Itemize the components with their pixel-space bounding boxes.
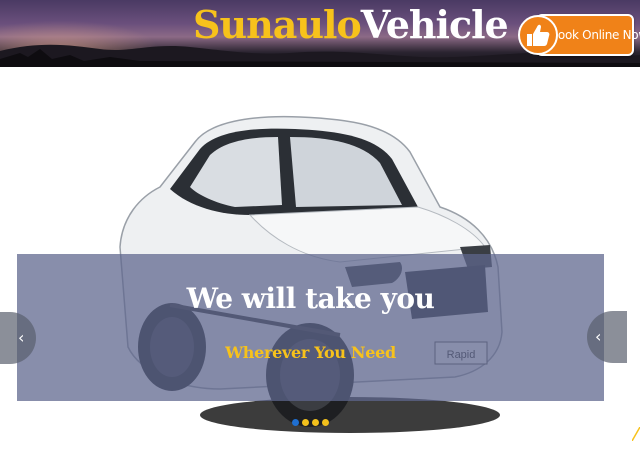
chevron-left-icon: ‹ bbox=[18, 328, 25, 347]
slide-caption: We will take you Wherever You Need bbox=[17, 254, 604, 401]
chevron-right-icon: ‹ bbox=[595, 327, 602, 346]
thumbs-up-icon bbox=[527, 24, 550, 46]
carousel-indicator[interactable] bbox=[312, 419, 319, 426]
brand-name-part1: Sunaulo bbox=[193, 2, 362, 47]
carousel-indicator[interactable] bbox=[322, 419, 329, 426]
brand-name-part2: Vehicle bbox=[360, 2, 509, 47]
carousel-indicator[interactable] bbox=[302, 419, 309, 426]
carousel-indicator[interactable] bbox=[292, 419, 299, 426]
caption-subtitle: Wherever You Need bbox=[225, 343, 396, 362]
hero-carousel: Rapid We will take you Wherever You Need… bbox=[0, 67, 640, 450]
brand-logo[interactable]: SunauloVehicle bbox=[193, 1, 509, 49]
book-online-label: Book Online Now bbox=[550, 28, 640, 42]
caption-title: We will take you bbox=[186, 282, 435, 315]
book-online-button[interactable]: Book Online Now bbox=[518, 11, 640, 59]
thumbs-up-badge bbox=[518, 15, 558, 55]
carousel-indicators bbox=[292, 419, 329, 429]
site-header: SunauloVehicle Book Online Now bbox=[0, 0, 640, 67]
corner-decoration bbox=[632, 427, 640, 441]
